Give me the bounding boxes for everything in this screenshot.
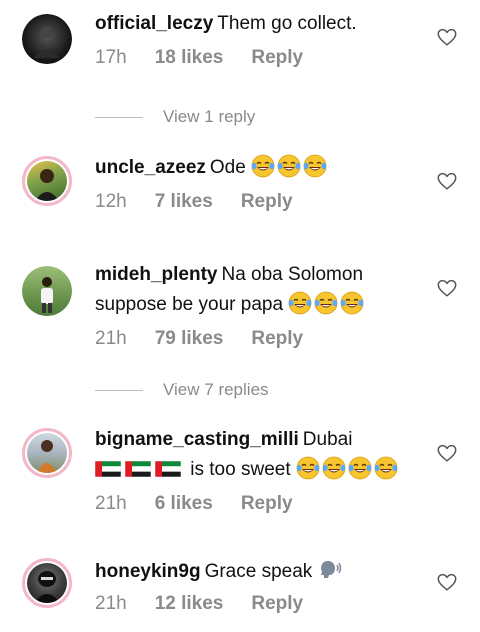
tears-of-joy-emoji [374,456,398,480]
comment-body-continued: is too sweet [190,459,291,480]
timestamp: 17h [95,47,127,68]
divider-line [95,389,143,391]
comment-body: Ode [209,157,246,178]
heart-outline-icon[interactable] [436,277,458,299]
comment-body: Dubai [302,429,353,450]
username[interactable]: bigname_casting_milli [95,429,299,450]
reply-button[interactable]: Reply [241,191,293,213]
likes-count[interactable]: 79 likes [155,328,224,350]
timestamp: 21h [95,493,127,514]
tears-of-joy-emoji [340,291,364,315]
uae-flag-emoji [95,461,121,477]
likes-count[interactable]: 7 likes [155,191,213,213]
tears-of-joy-emoji [348,456,372,480]
avatar[interactable] [22,14,72,64]
comment-text: honeykin9g Grace speak [95,557,425,587]
comment-meta: 21h 12 likes Reply [95,593,331,615]
view-replies-label[interactable]: View 1 reply [163,107,255,127]
timestamp: 12h [95,191,127,212]
tears-of-joy-emoji [314,291,338,315]
speaking-head-emoji [320,561,341,578]
view-replies-button[interactable]: View 1 reply [95,107,255,127]
divider-line [95,116,143,118]
avatar[interactable] [22,428,72,478]
username[interactable]: mideh_plenty [95,264,217,285]
comment-text: official_leczy Them go collect. [95,9,425,39]
comment-body: Them go collect. [217,13,357,34]
tears-of-joy-emoji [303,154,327,178]
comment-meta: 21h 6 likes Reply [95,493,321,515]
avatar[interactable] [22,266,72,316]
view-replies-button[interactable]: View 7 replies [95,380,269,400]
uae-flag-emoji [125,461,151,477]
tears-of-joy-emoji [288,291,312,315]
heart-outline-icon[interactable] [436,571,458,593]
uae-flag-emoji [155,461,181,477]
comment-text: bigname_casting_milli Dubai is too sweet [95,425,425,485]
comment-meta: 17h 18 likes Reply [95,47,331,69]
reply-button[interactable]: Reply [251,47,303,69]
comment-text: uncle_azeez Ode [95,153,425,183]
view-replies-label[interactable]: View 7 replies [163,380,269,400]
tears-of-joy-emoji [277,154,301,178]
likes-count[interactable]: 18 likes [155,47,224,69]
username[interactable]: official_leczy [95,13,213,34]
comment-meta: 12h 7 likes Reply [95,191,321,213]
heart-outline-icon[interactable] [436,26,458,48]
timestamp: 21h [95,328,127,349]
reply-button[interactable]: Reply [251,593,303,615]
reply-button[interactable]: Reply [241,493,293,515]
tears-of-joy-emoji [322,456,346,480]
avatar[interactable] [22,156,72,206]
likes-count[interactable]: 6 likes [155,493,213,515]
heart-outline-icon[interactable] [436,442,458,464]
timestamp: 21h [95,593,127,614]
likes-count[interactable]: 12 likes [155,593,224,615]
comment-body: Grace speak [204,561,313,582]
tears-of-joy-emoji [251,154,275,178]
tears-of-joy-emoji [296,456,320,480]
reply-button[interactable]: Reply [251,328,303,350]
comment-text: mideh_plenty Na oba Solomon suppose be yo… [95,260,425,320]
comment-meta: 21h 79 likes Reply [95,328,331,350]
avatar[interactable] [22,558,72,608]
username[interactable]: honeykin9g [95,561,201,582]
username[interactable]: uncle_azeez [95,157,206,178]
heart-outline-icon[interactable] [436,170,458,192]
